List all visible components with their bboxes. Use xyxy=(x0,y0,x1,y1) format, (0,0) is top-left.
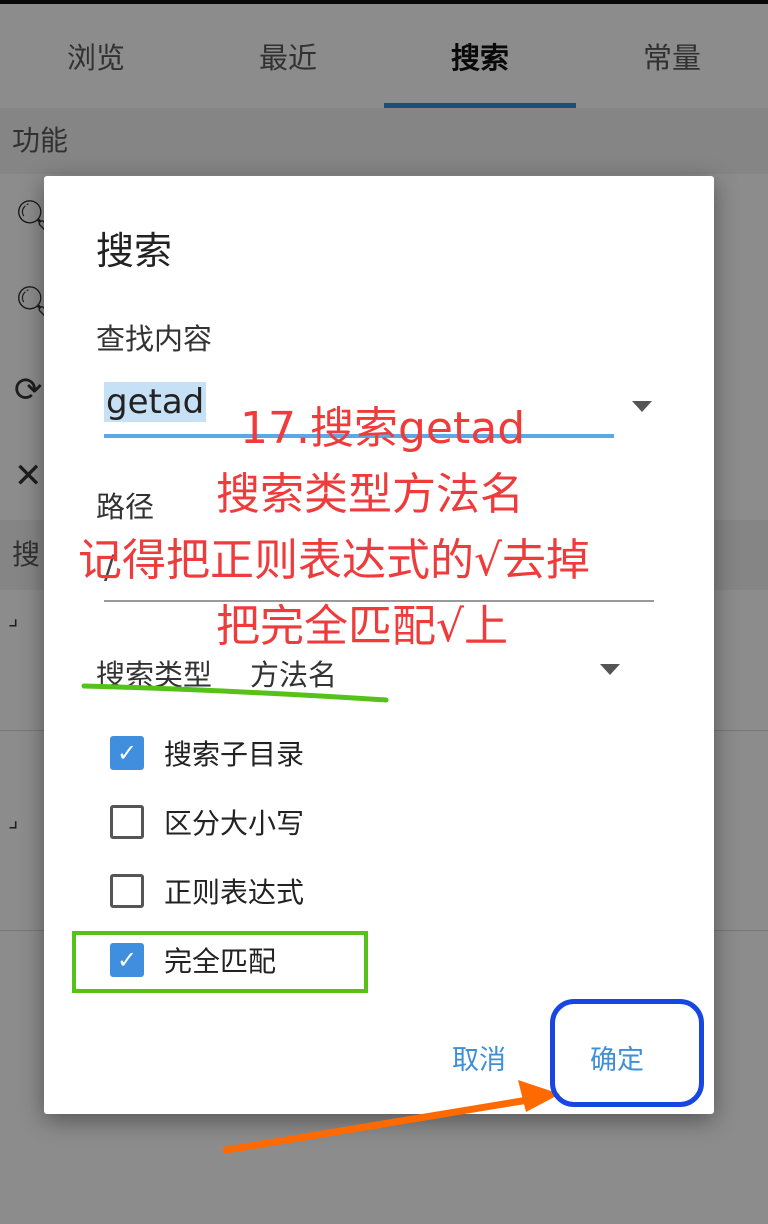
orange-arrow-shaft xyxy=(222,1094,544,1154)
green-underline-mark xyxy=(81,683,389,703)
blue-highlight-box xyxy=(550,999,704,1107)
green-highlight-box xyxy=(72,931,368,993)
